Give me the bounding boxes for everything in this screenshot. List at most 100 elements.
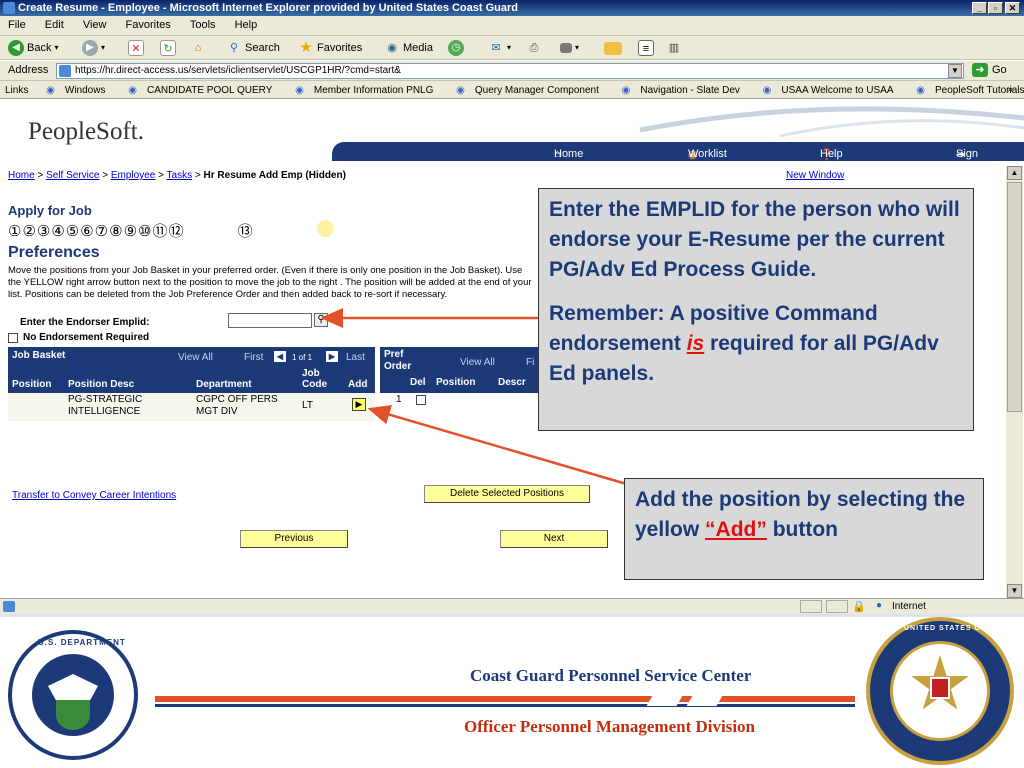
menu-tools[interactable]: Tools	[182, 16, 224, 34]
bc-home[interactable]: Home	[8, 170, 35, 181]
edit-button[interactable]: ▾	[560, 39, 579, 57]
footer-stripe-blue	[155, 704, 855, 707]
window-title-bar: Create Resume - Employee - Microsoft Int…	[0, 0, 1024, 16]
job-basket-title: Job Basket	[12, 350, 66, 361]
menu-view[interactable]: View	[75, 16, 115, 34]
search-label: Search	[245, 42, 280, 54]
link-query-manager[interactable]: ◉ Query Manager Component	[446, 81, 609, 98]
toolbar: ◀ Back ▾ ▶ ▾ ✕ ↻ ⌂ ⚲ Search ★ Favorites ◉ …	[0, 36, 1024, 60]
close-button[interactable]: ✕	[1005, 2, 1020, 14]
ie-icon	[3, 2, 15, 14]
stop-icon: ✕	[128, 40, 144, 56]
delete-selected-button[interactable]: Delete Selected Positions	[424, 485, 590, 503]
minimize-button[interactable]: _	[972, 2, 987, 14]
refresh-button[interactable]: ↻	[160, 39, 176, 57]
history-button[interactable]: ◷	[448, 39, 464, 57]
go-arrow-icon: ➜	[972, 63, 988, 77]
print-button[interactable]: ⎙	[526, 39, 542, 57]
first-link[interactable]: First	[244, 352, 263, 363]
address-dropdown-icon[interactable]: ▼	[948, 64, 962, 78]
col-del: Del	[410, 377, 426, 388]
last-link[interactable]: Last	[346, 352, 365, 363]
pref-del-checkbox[interactable]	[416, 395, 426, 405]
header-swoosh	[639, 106, 1024, 138]
link-member-info[interactable]: ◉ Member Information PNLG	[285, 81, 443, 98]
favorites-label: Favorites	[317, 42, 363, 54]
callout-add: Add the position by selecting the yellow…	[624, 478, 984, 580]
dhs-seal: U.S. DEPARTMENT	[8, 630, 138, 760]
maximize-button[interactable]: ▫	[988, 2, 1003, 14]
mail-icon: ✉	[491, 42, 501, 54]
col-department: Department	[196, 379, 252, 390]
no-endorsement-checkbox[interactable]	[8, 332, 18, 343]
bc-tasks[interactable]: Tasks	[167, 170, 193, 181]
address-bar: Address https://hr.direct-access.us/serv…	[0, 61, 1024, 81]
view-all-link[interactable]: View All	[178, 352, 213, 363]
prev-arrow-icon[interactable]: ◀	[274, 351, 286, 362]
forward-button[interactable]: ▶ ▾	[82, 39, 105, 57]
vertical-scrollbar[interactable]: ▲ ▼	[1006, 166, 1023, 598]
favorites-button[interactable]: ★ Favorites	[298, 39, 362, 57]
media-button[interactable]: ◉ Media	[384, 39, 433, 57]
pref-view-all-link[interactable]: View All	[460, 357, 495, 368]
bc-employee[interactable]: Employee	[111, 170, 155, 181]
menu-favorites[interactable]: Favorites	[118, 16, 179, 34]
apply-for-job-title: Apply for Job	[8, 203, 92, 218]
pref-first-link[interactable]: Fi	[526, 357, 534, 368]
next-button[interactable]: Next	[500, 530, 608, 548]
footer-stripe-orange	[155, 696, 855, 702]
home-button[interactable]: ⌂	[190, 39, 206, 57]
previous-button[interactable]: Previous	[240, 530, 348, 548]
menu-edit[interactable]: Edit	[37, 16, 72, 34]
row-desc-2: INTELLIGENCE	[68, 406, 141, 417]
scroll-thumb[interactable]	[1007, 182, 1022, 412]
menu-help[interactable]: Help	[227, 16, 266, 34]
bc-self-service[interactable]: Self Service	[46, 170, 99, 181]
back-label: Back	[27, 42, 52, 54]
col-position: Position	[12, 379, 52, 390]
search-icon: ⚲	[229, 42, 239, 54]
links-chevron-icon[interactable]: »	[1002, 82, 1018, 97]
folder-button[interactable]	[604, 39, 622, 57]
lock-icon: 🔒	[852, 601, 866, 613]
go-button[interactable]: ➜ Go	[972, 63, 1007, 77]
scroll-up-icon[interactable]: ▲	[1007, 166, 1022, 180]
folder-icon	[604, 41, 622, 55]
link-candidate-pool[interactable]: ◉ CANDIDATE POOL QUERY	[118, 81, 282, 98]
link-windows[interactable]: ◉ Windows	[36, 81, 115, 98]
discuss-button[interactable]: ≡	[638, 39, 654, 57]
step-links[interactable]: ①②③④⑤⑥⑦⑧⑨⑩⑪⑫	[8, 223, 184, 240]
col-descr: Descr	[498, 377, 526, 388]
add-position-button[interactable]: ▶	[352, 398, 366, 411]
callout-endorser-text: Enter the EMPLID for the person who will…	[549, 198, 960, 281]
zone-label: Internet	[892, 601, 926, 612]
research-button[interactable]: ▥	[666, 39, 682, 57]
new-window-link[interactable]: New Window	[786, 170, 844, 181]
search-button[interactable]: ⚲ Search	[226, 39, 280, 57]
address-input[interactable]: https://hr.direct-access.us/servlets/icl…	[56, 63, 964, 79]
callout-remember: Remember: A positive Command endorsement…	[549, 302, 939, 385]
menu-file[interactable]: File	[0, 16, 34, 34]
scroll-down-icon[interactable]: ▼	[1007, 584, 1022, 598]
pref-order-row: 1	[380, 393, 540, 407]
endorser-emplid-input[interactable]	[228, 313, 312, 328]
footer-center-title: Coast Guard Personnel Service Center	[470, 666, 752, 685]
link-navigation[interactable]: ◉ Navigation - Slate Dev	[612, 81, 750, 98]
status-bar: 🔒 ● Internet	[0, 598, 1024, 614]
stop-button[interactable]: ✕	[128, 39, 144, 57]
footer-top-line	[0, 614, 1024, 617]
mail-button[interactable]: ✉ ▾	[488, 39, 511, 57]
col-position-desc: Position Desc	[68, 379, 135, 390]
edit-icon	[560, 43, 572, 53]
callout-is: is	[686, 332, 705, 355]
no-endorsement-row: No Endorsement Required	[8, 332, 149, 343]
lookup-icon[interactable]: ⚲	[314, 313, 328, 327]
next-arrow-icon[interactable]: ▶	[326, 351, 338, 362]
col-code: Code	[302, 379, 327, 390]
link-usaa[interactable]: ◉ USAA Welcome to USAA	[753, 81, 904, 98]
back-button[interactable]: ◀ Back ▾	[8, 39, 58, 57]
refresh-icon: ↻	[160, 40, 176, 56]
transfer-career-link[interactable]: Transfer to Convey Career Intentions	[12, 490, 176, 501]
preferences-title: Preferences	[8, 244, 100, 261]
step-13[interactable]: ⑬	[238, 223, 254, 240]
